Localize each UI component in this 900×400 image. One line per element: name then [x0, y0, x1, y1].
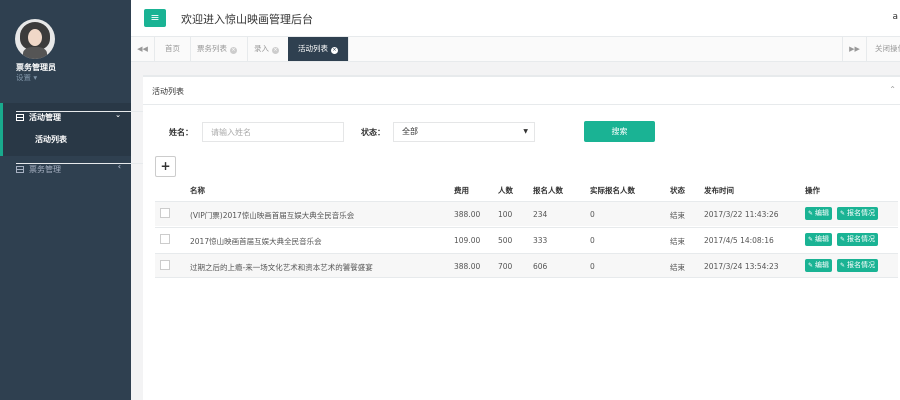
close-icon[interactable]: ×	[331, 47, 338, 54]
add-button[interactable]: +	[155, 156, 176, 177]
edit-button[interactable]: ✎ 编辑	[805, 233, 833, 246]
cell-name: 过期之后的上瘾-来一场文化艺术和资本艺术的饕餮盛宴	[190, 263, 373, 272]
close-icon[interactable]: ×	[230, 47, 237, 54]
tabs-next-icon[interactable]: ▶▶	[842, 37, 866, 61]
cell-status: 结束	[670, 211, 685, 220]
table-row: 过期之后的上瘾-来一场文化艺术和资本艺术的饕餮盛宴 388.00 700 606…	[155, 253, 898, 278]
profile: 票务管理员 设置 ▾	[0, 0, 131, 95]
tab-activity-list[interactable]: 活动列表 ×	[288, 37, 349, 61]
tabs-prev-icon[interactable]: ◀◀	[131, 37, 155, 61]
activity-list-panel: 活动列表 ⌃ 姓名： 状态： 全部▼ 搜索 + 名称 费用 人数 报名人数 实际…	[143, 75, 900, 400]
cell-signed: 606	[533, 262, 548, 271]
edit-button[interactable]: ✎ 编辑	[805, 207, 833, 220]
cell-name: 2017惊山映画首届互娱大典全民音乐会	[190, 237, 322, 246]
edit-icon: ✎	[808, 236, 814, 243]
caret-down-icon: ▾	[31, 73, 38, 82]
row-checkbox[interactable]	[160, 260, 170, 270]
tab-entry[interactable]: 录入 ×	[244, 37, 290, 61]
row-checkbox[interactable]	[160, 208, 170, 218]
cell-name: (VIP门票)2017惊山映画首届互娱大典全民音乐会	[190, 211, 355, 220]
cell-signed: 234	[533, 210, 548, 219]
cell-actual: 0	[590, 210, 595, 219]
cell-people: 100	[498, 210, 513, 219]
column-header-actual: 实际报名人数	[590, 186, 635, 195]
cell-fee: 388.00	[454, 262, 481, 271]
search-button[interactable]: 搜索	[584, 121, 655, 142]
cell-people: 700	[498, 262, 513, 271]
cell-status: 结束	[670, 237, 685, 246]
cell-time: 2017/4/5 14:08:16	[704, 236, 774, 245]
chevron-left-icon: ‹	[117, 162, 121, 171]
header-right-fragment[interactable]: a	[892, 12, 898, 22]
menu-toggle-button[interactable]: ≡	[144, 9, 166, 27]
cell-actual: 0	[590, 262, 595, 271]
cell-actual: 0	[590, 236, 595, 245]
edit-icon: ✎	[840, 236, 846, 243]
signup-status-button[interactable]: ✎ 报名情况	[837, 233, 879, 246]
row-checkbox[interactable]	[160, 234, 170, 244]
cell-people: 500	[498, 236, 513, 245]
grid-icon	[16, 114, 24, 121]
tabs-bar: ◀◀ 首页 票务列表× 录入× 活动列表× ▶▶ 关闭操作	[131, 37, 900, 62]
column-header-people: 人数	[498, 186, 513, 195]
edit-icon: ✎	[808, 262, 814, 269]
chevron-down-icon: ⌄	[115, 111, 121, 119]
edit-icon: ✎	[840, 262, 846, 269]
grid-icon	[16, 166, 24, 173]
cell-signed: 333	[533, 236, 548, 245]
column-header-status: 状态	[670, 186, 685, 195]
cell-time: 2017/3/22 11:43:26	[704, 210, 779, 219]
name-label: 姓名：	[169, 128, 193, 137]
user-settings-dropdown[interactable]: 设置 ▾	[16, 72, 37, 83]
edit-button[interactable]: ✎ 编辑	[805, 259, 833, 272]
welcome-text: 欢迎进入惊山映画管理后台	[181, 13, 313, 26]
cell-time: 2017/3/24 13:54:23	[704, 262, 779, 271]
column-header-fee: 费用	[454, 186, 469, 195]
sidebar-item-ticket-management[interactable]: 票务管理 ‹	[0, 158, 759, 178]
close-operations-button[interactable]: 关闭操作	[866, 37, 900, 61]
signup-status-button[interactable]: ✎ 报名情况	[837, 259, 879, 272]
sidebar-item-activity-management[interactable]: 活动管理 ⌄ 活动列表	[0, 103, 759, 156]
sidebar: 票务管理员 设置 ▾ 活动管理 ⌄ 活动列表 票务管理 ‹	[0, 0, 759, 400]
column-header-time: 发布时间	[704, 186, 734, 195]
panel-title: 活动列表	[152, 87, 184, 96]
close-icon[interactable]: ×	[272, 47, 279, 54]
name-input[interactable]	[202, 122, 344, 142]
column-header-name: 名称	[190, 186, 205, 195]
table-row: (VIP门票)2017惊山映画首届互娱大典全民音乐会 388.00 100 23…	[155, 201, 898, 226]
avatar[interactable]	[15, 19, 55, 59]
column-header-actions: 操作	[805, 186, 820, 195]
status-select[interactable]: 全部 ▼	[393, 122, 535, 142]
sidebar-subitem-activity-list[interactable]: 活动列表	[35, 134, 67, 145]
edit-icon: ✎	[808, 210, 814, 217]
tab-home[interactable]: 首页	[155, 37, 191, 61]
top-header: ≡ 欢迎进入惊山映画管理后台 a	[131, 0, 900, 37]
status-label: 状态：	[361, 128, 385, 137]
table-row: 2017惊山映画首届互娱大典全民音乐会 109.00 500 333 0 结束 …	[155, 227, 898, 252]
column-header-signed: 报名人数	[533, 186, 563, 195]
tab-ticket-list[interactable]: 票务列表 ×	[187, 37, 248, 61]
divider	[143, 104, 900, 105]
cell-fee: 109.00	[454, 236, 481, 245]
edit-icon: ✎	[840, 210, 846, 217]
chevron-up-icon[interactable]: ⌃	[889, 85, 896, 94]
cell-fee: 388.00	[454, 210, 481, 219]
signup-status-button[interactable]: ✎ 报名情况	[837, 207, 879, 220]
cell-status: 结束	[670, 263, 685, 272]
caret-down-icon: ▼	[523, 128, 528, 135]
